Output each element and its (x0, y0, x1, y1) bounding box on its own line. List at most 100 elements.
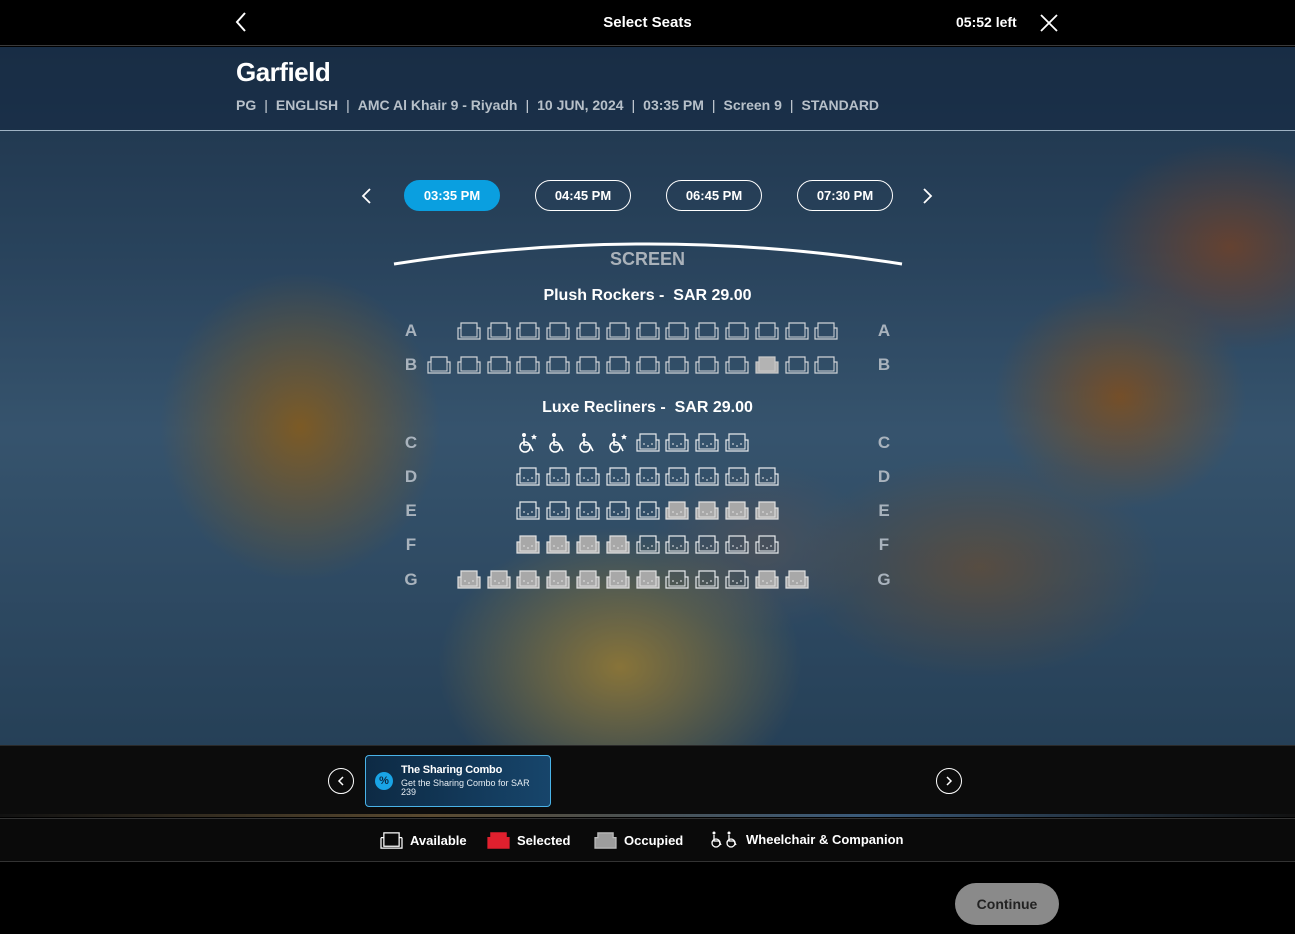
row-label-right: A (877, 321, 891, 340)
seat-available[interactable] (545, 500, 571, 522)
seat-available[interactable] (575, 466, 601, 488)
meta-separator: | (346, 97, 350, 113)
showtime-pill[interactable]: 03:35 PM (404, 180, 500, 211)
seat-available[interactable] (664, 534, 690, 556)
seat-available[interactable] (575, 354, 601, 376)
seat-occupied (456, 569, 482, 591)
row-label-left: C (404, 433, 418, 452)
movie-meta: PG | ENGLISH | AMC Al Khair 9 - Riyadh | 10 JU… (236, 97, 879, 113)
seat-available[interactable] (456, 354, 482, 376)
seat-available[interactable] (575, 500, 601, 522)
seat-available[interactable] (515, 320, 541, 342)
legend-available-label: Available (410, 833, 467, 848)
seat-available-icon (665, 356, 689, 374)
seat-wheelchair-icon (609, 433, 627, 453)
seat-occupied (664, 500, 690, 522)
seat-available-icon (546, 501, 570, 520)
seat-occupied-icon (606, 570, 630, 589)
promo-card[interactable]: % The Sharing Combo Get the Sharing Comb… (365, 755, 551, 807)
showtime-pill[interactable]: 04:45 PM (535, 180, 631, 211)
seat-available[interactable] (605, 500, 631, 522)
seat-occupied (545, 569, 571, 591)
offers-next-button[interactable] (936, 768, 962, 794)
showtime-pill[interactable]: 07:30 PM (797, 180, 893, 211)
seat-available[interactable] (545, 320, 571, 342)
seat-available-icon (695, 433, 719, 452)
seat-available[interactable] (515, 500, 541, 522)
seat-available[interactable] (724, 432, 750, 454)
seat-companion[interactable] (545, 432, 571, 454)
seat-occupied-icon (576, 535, 600, 554)
movie-info-band: Garfield PG | ENGLISH | AMC Al Khair 9 - Riy… (0, 47, 1295, 131)
meta-item: STANDARD (801, 97, 880, 113)
seat-available-icon (457, 356, 481, 374)
seat-available[interactable] (694, 466, 720, 488)
continue-button[interactable]: Continue (955, 883, 1059, 925)
seat-available[interactable] (664, 432, 690, 454)
seat-available[interactable] (664, 569, 690, 591)
seat-available[interactable] (575, 320, 601, 342)
seat-available-icon (755, 467, 779, 486)
seat-available[interactable] (605, 354, 631, 376)
seat-companion[interactable] (575, 432, 601, 454)
seat-available[interactable] (515, 466, 541, 488)
section-name: Plush Rockers - (543, 287, 665, 304)
seat-occupied-icon (636, 570, 660, 589)
seat-available[interactable] (724, 354, 750, 376)
legend-selected: Selected (486, 830, 570, 851)
seat-available[interactable] (813, 354, 839, 376)
seat-available-icon (695, 467, 719, 486)
seat-available[interactable] (664, 320, 690, 342)
seat-available[interactable] (724, 534, 750, 556)
seat-available-icon (665, 535, 689, 554)
seat-available[interactable] (754, 320, 780, 342)
seat-available[interactable] (754, 534, 780, 556)
seat-occupied-icon (516, 570, 540, 589)
seat-available[interactable] (784, 320, 810, 342)
seat-available[interactable] (515, 354, 541, 376)
seat-legend: Available Selected Occupied Wheelchair &… (0, 818, 1295, 862)
seat-available-icon (665, 467, 689, 486)
seat-available[interactable] (486, 354, 512, 376)
seat-available[interactable] (605, 466, 631, 488)
seat-available[interactable] (635, 432, 661, 454)
showtime-next-button[interactable] (919, 186, 935, 206)
seat-available[interactable] (694, 354, 720, 376)
seat-available[interactable] (545, 354, 571, 376)
row-label-left: G (404, 570, 418, 589)
seat-available-icon (636, 356, 660, 374)
seat-available[interactable] (784, 354, 810, 376)
seat-available-icon (665, 322, 689, 340)
seat-available[interactable] (486, 320, 512, 342)
seat-available[interactable] (664, 354, 690, 376)
seat-available[interactable] (754, 466, 780, 488)
seat-available[interactable] (635, 320, 661, 342)
seat-wheelchair[interactable] (515, 432, 541, 454)
seat-available[interactable] (635, 500, 661, 522)
seat-available[interactable] (426, 354, 452, 376)
seat-available[interactable] (694, 534, 720, 556)
seat-available[interactable] (545, 466, 571, 488)
seat-available[interactable] (694, 320, 720, 342)
offers-prev-button[interactable] (328, 768, 354, 794)
seat-available-icon (785, 322, 809, 340)
seat-available[interactable] (724, 569, 750, 591)
seat-available[interactable] (605, 320, 631, 342)
showtime-prev-button[interactable] (359, 186, 375, 206)
seat-available[interactable] (724, 320, 750, 342)
seat-available[interactable] (635, 354, 661, 376)
seat-available[interactable] (635, 466, 661, 488)
showtime-pill[interactable]: 06:45 PM (666, 180, 762, 211)
close-button[interactable] (1038, 12, 1060, 34)
seat-wheelchair[interactable] (605, 432, 631, 454)
seat-available[interactable] (456, 320, 482, 342)
seat-available[interactable] (694, 569, 720, 591)
movie-backdrop: Garfield PG | ENGLISH | AMC Al Khair 9 - Riy… (0, 47, 1295, 745)
seat-available[interactable] (724, 466, 750, 488)
seat-available[interactable] (635, 534, 661, 556)
section-currency: SAR (673, 287, 708, 304)
seat-occupied-icon (576, 570, 600, 589)
seat-available[interactable] (813, 320, 839, 342)
seat-available[interactable] (664, 466, 690, 488)
seat-available[interactable] (694, 432, 720, 454)
